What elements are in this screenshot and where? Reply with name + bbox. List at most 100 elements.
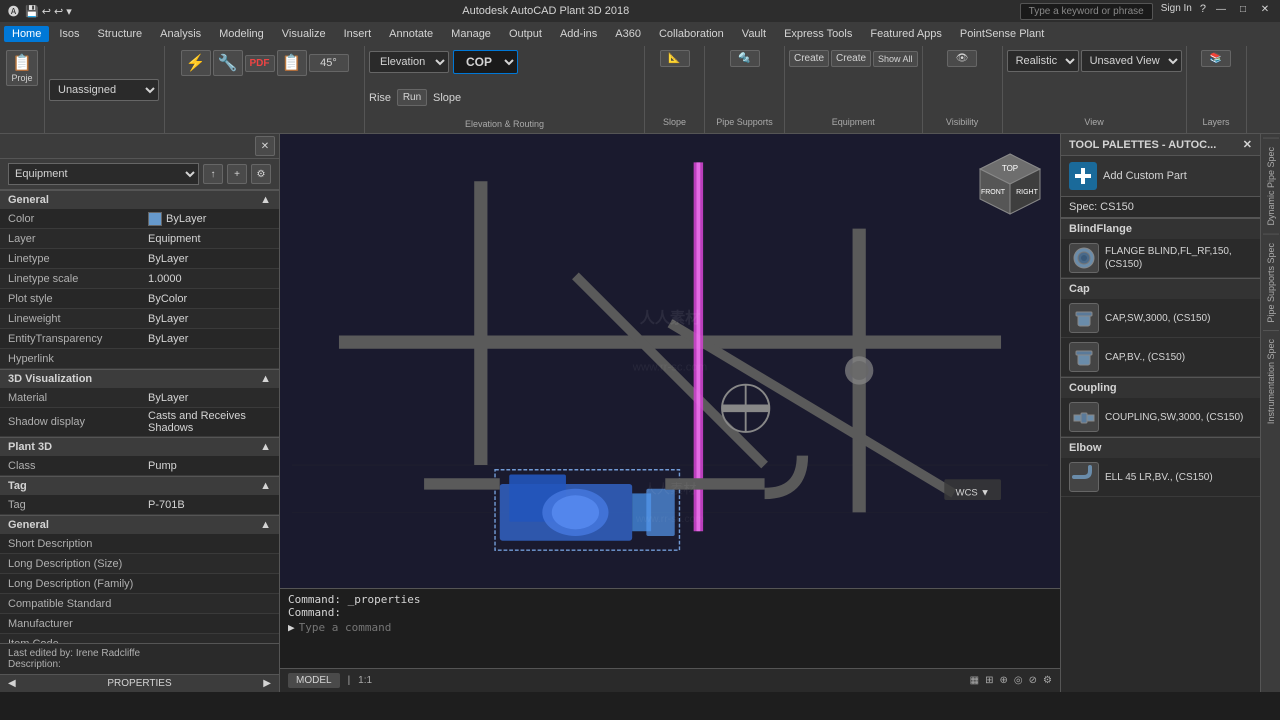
- sign-in-btn[interactable]: Sign In: [1161, 3, 1192, 20]
- palette-item-cap-bv[interactable]: CAP,BV., (CS150): [1061, 338, 1260, 377]
- viewport[interactable]: 人人素材 www.rr-sc.com 人人素材 www.rr-sc.com WC…: [280, 134, 1060, 588]
- section-plant3d[interactable]: Plant 3D ▲: [0, 437, 279, 456]
- panel-icon-btn1[interactable]: ↑: [203, 164, 223, 184]
- prop-linetype: Linetype ByLayer: [0, 249, 279, 269]
- snap-btn[interactable]: ▦: [970, 675, 979, 686]
- tab-instrumentation-spec[interactable]: Instrumentation Spec: [1263, 330, 1279, 432]
- spec-info: Spec: CS150: [1061, 197, 1260, 218]
- menu-featured-apps[interactable]: Featured Apps: [862, 26, 950, 42]
- add-custom-part-btn[interactable]: Add Custom Part: [1061, 156, 1260, 197]
- pipe-supports-btn[interactable]: 🔩: [730, 50, 760, 67]
- run-btn[interactable]: Run: [397, 89, 427, 106]
- pdf-btn[interactable]: PDF: [245, 55, 275, 72]
- menu-collaboration[interactable]: Collaboration: [651, 26, 732, 42]
- ribbon-elevation-section: Elevation COP Rise Run Slope Elevation &…: [365, 46, 645, 133]
- search-box[interactable]: Type a keyword or phrase: [1020, 3, 1153, 20]
- right-panel-container: TOOL PALETTES - AUTOC... ✕ Add Custom Pa…: [1060, 134, 1280, 692]
- close-btn[interactable]: ✕: [1258, 3, 1272, 17]
- grid-btn[interactable]: ⊞: [985, 675, 993, 686]
- menu-manage[interactable]: Manage: [443, 26, 499, 42]
- ortho-btn[interactable]: ⊕: [1000, 675, 1008, 686]
- menu-addins[interactable]: Add-ins: [552, 26, 605, 42]
- status-model[interactable]: MODEL: [288, 673, 340, 688]
- elevation-dropdown[interactable]: Elevation: [369, 51, 449, 73]
- palette-item-blind-flange[interactable]: FLANGE BLIND,FL_RF,150, (CS150): [1061, 239, 1260, 278]
- panel-icon-btn2[interactable]: +: [227, 164, 247, 184]
- color-box: [148, 212, 162, 226]
- show-all-btn[interactable]: Show All: [873, 51, 918, 67]
- prop-hyperlink: Hyperlink: [0, 349, 279, 369]
- create-btn[interactable]: Create: [789, 50, 829, 67]
- tab-pipe-supports-spec[interactable]: Pipe Supports Spec: [1263, 234, 1279, 331]
- palette-scroll[interactable]: BlindFlange FLANGE BLIND,FL_RF,150, (CS1…: [1061, 218, 1260, 692]
- status-scale: 1:1: [358, 675, 372, 686]
- menu-a360[interactable]: A360: [607, 26, 649, 42]
- ribbon-section-project: 📋 Proje: [0, 46, 45, 133]
- section-cap: Cap: [1061, 278, 1260, 299]
- menu-output[interactable]: Output: [501, 26, 550, 42]
- equipment-selector[interactable]: Equipment: [8, 163, 199, 185]
- properties-footer: ◀ PROPERTIES ▶: [0, 674, 279, 692]
- command-input-row[interactable]: ▶: [288, 621, 1052, 634]
- properties-scroll[interactable]: General ▲ Color ByLayer Layer Equipment …: [0, 190, 279, 643]
- menu-visualize[interactable]: Visualize: [274, 26, 334, 42]
- prop-class: Class Pump: [0, 456, 279, 476]
- slope-btn[interactable]: 📐: [660, 50, 690, 67]
- command-input[interactable]: [299, 621, 1052, 634]
- menu-home[interactable]: Home: [4, 26, 49, 42]
- project-manager-btn[interactable]: 📋 Proje: [6, 50, 37, 86]
- minimize-btn[interactable]: —: [1214, 3, 1228, 17]
- menu-vault[interactable]: Vault: [734, 26, 774, 42]
- menu-insert[interactable]: Insert: [336, 26, 380, 42]
- angle-input[interactable]: 45°: [309, 54, 349, 72]
- right-panel: TOOL PALETTES - AUTOC... ✕ Add Custom Pa…: [1060, 134, 1260, 692]
- nav-cube[interactable]: TOP RIGHT FRONT: [975, 149, 1045, 219]
- cap-sw-label: CAP,SW,3000, (CS150): [1105, 312, 1210, 325]
- tab-dynamic-pipe-spec[interactable]: Dynamic Pipe Spec: [1263, 138, 1279, 234]
- section-3d-visualization[interactable]: 3D Visualization ▲: [0, 369, 279, 388]
- section-general-2[interactable]: General ▲: [0, 515, 279, 534]
- menu-express-tools[interactable]: Express Tools: [776, 26, 860, 42]
- menu-analysis[interactable]: Analysis: [152, 26, 209, 42]
- create-btn2[interactable]: Create: [831, 50, 871, 67]
- coupling-icon: [1069, 402, 1099, 432]
- workspace-dropdown[interactable]: Unassigned: [49, 79, 159, 101]
- cop-dropdown[interactable]: COP: [453, 50, 518, 74]
- settings-btn[interactable]: ⚙: [1043, 675, 1052, 686]
- prop-plot-style: Plot style ByColor: [0, 289, 279, 309]
- section-general-1[interactable]: General ▲: [0, 190, 279, 209]
- menu-pointsense[interactable]: PointSense Plant: [952, 26, 1052, 42]
- section-blind-flange: BlindFlange: [1061, 218, 1260, 239]
- polar-btn[interactable]: ◎: [1014, 675, 1023, 686]
- ribbon-layers-section: 📚 Layers: [1187, 46, 1247, 133]
- palette-item-elbow[interactable]: ELL 45 LR,BV., (CS150): [1061, 458, 1260, 497]
- layers-btn[interactable]: 📚: [1201, 50, 1231, 67]
- center-panel: 人人素材 www.rr-sc.com 人人素材 www.rr-sc.com WC…: [280, 134, 1060, 692]
- help-icon[interactable]: ?: [1200, 3, 1206, 20]
- saved-view-dropdown[interactable]: Unsaved View: [1081, 50, 1182, 72]
- visibility-btn[interactable]: 👁: [947, 50, 977, 67]
- panel-icon-btn3[interactable]: ⚙: [251, 164, 271, 184]
- match-btn[interactable]: 🔧: [213, 50, 243, 76]
- properties-close-btn[interactable]: ✕: [255, 136, 275, 156]
- restore-btn[interactable]: □: [1236, 3, 1250, 17]
- menu-modeling[interactable]: Modeling: [211, 26, 272, 42]
- palette-item-cap-sw[interactable]: CAP,SW,3000, (CS150): [1061, 299, 1260, 338]
- right-panel-close-btn[interactable]: ✕: [1243, 138, 1252, 151]
- view-style-dropdown[interactable]: Realistic: [1007, 50, 1079, 72]
- menu-structure[interactable]: Structure: [90, 26, 151, 42]
- svg-text:www.rr-sc.com: www.rr-sc.com: [635, 514, 704, 525]
- osnap-btn[interactable]: ⊘: [1029, 675, 1037, 686]
- palette-item-coupling[interactable]: COUPLING,SW,3000, (CS150): [1061, 398, 1260, 437]
- prop-material: Material ByLayer: [0, 388, 279, 408]
- description-label: Description:: [8, 659, 271, 670]
- section-coupling: Coupling: [1061, 377, 1260, 398]
- clipboard-btn[interactable]: 📋: [277, 50, 307, 76]
- ribbon-equipment-section: Create Create Show All Equipment: [785, 46, 923, 133]
- menu-annotate[interactable]: Annotate: [381, 26, 441, 42]
- menu-isos[interactable]: Isos: [51, 26, 87, 42]
- prop-shadow-display: Shadow display Casts and Receives Shadow…: [0, 408, 279, 437]
- section-tag[interactable]: Tag ▲: [0, 476, 279, 495]
- properties-btn[interactable]: ⚡: [181, 50, 211, 76]
- slope-section-label: Slope: [663, 117, 686, 129]
